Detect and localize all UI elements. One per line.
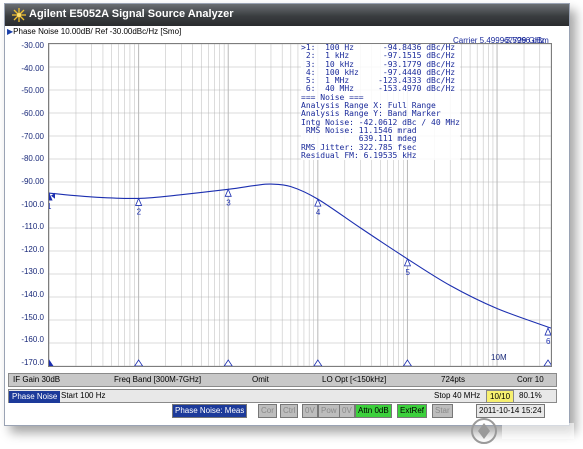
marker-axis-indicator[interactable] bbox=[543, 359, 553, 367]
window-title: Agilent E5052A Signal Source Analyzer bbox=[29, 8, 234, 20]
pow-voltage: 0V bbox=[339, 404, 355, 418]
marker-axis-indicator[interactable] bbox=[44, 359, 54, 367]
if-gain-key[interactable]: IF Gain 30dB bbox=[13, 375, 60, 384]
y-tick-label: -170.0 bbox=[21, 358, 44, 367]
ctrl-status: Ctrl bbox=[280, 404, 299, 418]
carrier-power: -3.5966 dBm bbox=[503, 36, 549, 45]
measurement-mode[interactable]: Phase Noise bbox=[9, 391, 61, 403]
y-tick-label: -140.0 bbox=[21, 290, 44, 300]
y-tick-label: -60.00 bbox=[21, 108, 44, 118]
omit-key[interactable]: Omit bbox=[252, 375, 269, 384]
trace-header[interactable]: ▶Phase Noise 10.00dB/ Ref -30.00dBc/Hz [… bbox=[7, 27, 181, 36]
corr-key[interactable]: Corr 10 bbox=[517, 375, 544, 384]
y-tick-label: -90.00 bbox=[21, 176, 44, 186]
y-tick-label: -80.00 bbox=[21, 154, 44, 164]
marker-label: 3 bbox=[226, 198, 231, 207]
marker-label: 2 bbox=[137, 207, 142, 216]
marker-readout-table: >1: 100 Hz -94.8436 dBc/Hz 2: 1 kHz -97.… bbox=[301, 43, 460, 161]
marker-axis-indicator[interactable] bbox=[402, 359, 413, 367]
marker-label: 6 bbox=[546, 337, 551, 346]
marker-6[interactable] bbox=[544, 327, 552, 336]
y-tick-label: -110.0 bbox=[21, 222, 44, 232]
x-tick-label: 10M bbox=[491, 353, 507, 362]
trace-label: Phase Noise 10.00dB/ Ref -30.00dBc/Hz [S… bbox=[13, 27, 182, 36]
marker-2[interactable] bbox=[135, 197, 143, 206]
sweep-progress: 80.1% bbox=[519, 391, 542, 400]
sweep-status-bar: Phase Noise Start 100 Hz Stop 40 MHz 10/… bbox=[8, 389, 557, 403]
stop-frequency[interactable]: Stop 40 MHz bbox=[434, 391, 480, 400]
marker-1[interactable] bbox=[45, 192, 53, 201]
y-tick-label: -130.0 bbox=[21, 267, 44, 277]
lo-opt-key[interactable]: LO Opt [<150kHz] bbox=[322, 375, 386, 384]
marker-axis-indicator[interactable] bbox=[133, 359, 144, 367]
freq-band-key[interactable]: Freq Band [300M-7GHz] bbox=[114, 375, 201, 384]
marker-label: 5 bbox=[405, 268, 410, 277]
start-frequency[interactable]: Start 100 Hz bbox=[61, 391, 105, 400]
y-tick-label: -30.00 bbox=[21, 41, 44, 50]
y-tick-label: -100.0 bbox=[21, 199, 44, 209]
marker-3[interactable] bbox=[224, 188, 232, 197]
plot-area[interactable]: 10M 1 2 3 4 5 6 bbox=[44, 43, 553, 367]
phase-noise-plot: 10M 1 2 3 4 5 6 bbox=[44, 43, 553, 367]
y-tick-label: -70.00 bbox=[21, 131, 44, 141]
marker-label: 4 bbox=[316, 208, 321, 217]
y-tick-label: -50.00 bbox=[21, 86, 44, 96]
softkey-bar: IF Gain 30dB Freq Band [300M-7GHz] Omit … bbox=[8, 373, 557, 387]
points-key[interactable]: 724pts bbox=[441, 375, 465, 384]
title-bar: Agilent E5052A Signal Source Analyzer bbox=[5, 4, 569, 26]
attenuation-status: Attn 0dB bbox=[355, 404, 392, 418]
ctrl-voltage: 0V bbox=[302, 404, 318, 418]
watermark-logo bbox=[471, 418, 574, 444]
start-status: Star bbox=[432, 404, 453, 418]
y-tick-label: -150.0 bbox=[21, 312, 44, 322]
agilent-spark-icon bbox=[12, 8, 26, 22]
y-tick-label: -160.0 bbox=[21, 335, 44, 345]
ext-ref-status: ExtRef bbox=[397, 404, 428, 418]
cor-status: Cor bbox=[258, 404, 277, 418]
marker-label: 1 bbox=[49, 202, 52, 211]
phase-noise-trace bbox=[48, 183, 552, 329]
marker-axis-indicator[interactable] bbox=[223, 359, 233, 367]
meas-status: Phase Noise: Meas bbox=[172, 404, 248, 418]
marker-axis-indicator[interactable] bbox=[313, 359, 323, 367]
y-tick-label: -120.0 bbox=[21, 244, 44, 254]
readout-line: Residual FM: 6.19535 kHz bbox=[301, 150, 417, 160]
y-tick-label: -40.00 bbox=[21, 63, 44, 73]
averaging-count: 10/10 bbox=[486, 390, 515, 403]
pow-status: Pow bbox=[318, 404, 340, 418]
